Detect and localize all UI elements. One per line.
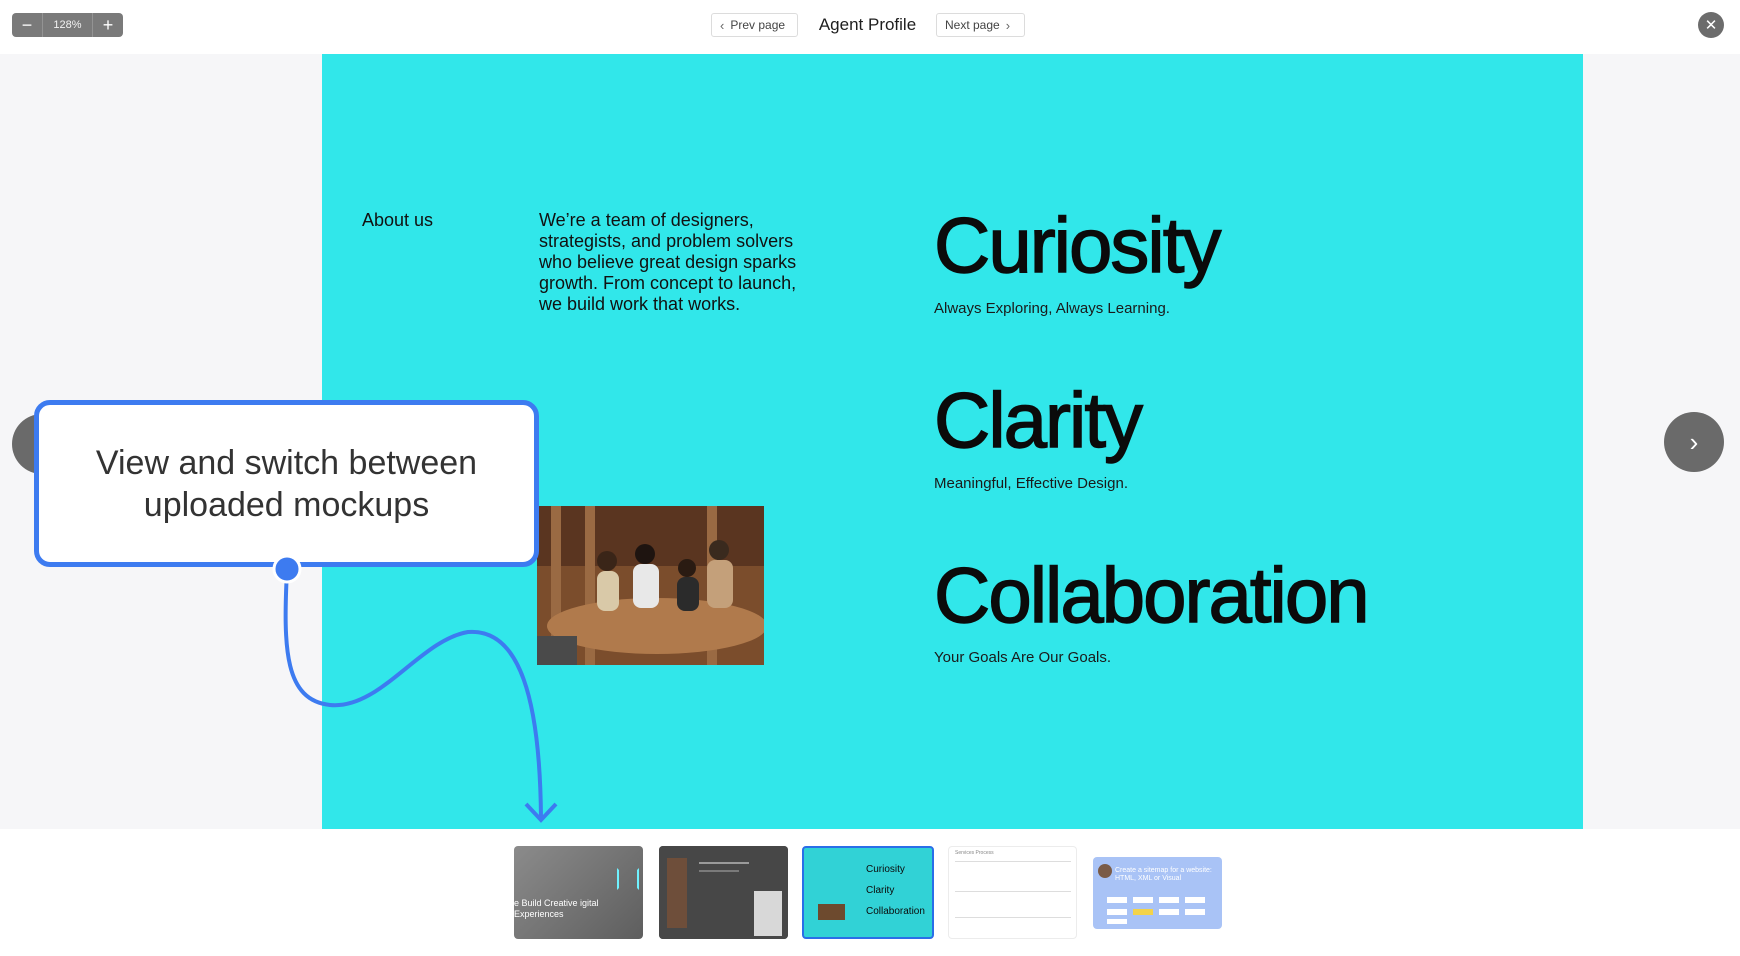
thumbnail-word: Collaboration bbox=[866, 906, 925, 917]
prev-page-button[interactable]: ‹ Prev page bbox=[711, 13, 798, 37]
thumbnail-mockup-1[interactable]: e Build Creative igital Experiences bbox=[514, 846, 643, 939]
thumbnail-caption: e Build Creative igital Experiences bbox=[514, 898, 599, 919]
chevron-right-icon: › bbox=[1005, 17, 1011, 33]
thumbnail-mockup-3[interactable]: Curiosity Clarity Collaboration bbox=[802, 846, 934, 939]
thumbnail-word: Curiosity bbox=[866, 864, 905, 875]
chevron-right-icon: › bbox=[1689, 426, 1699, 457]
thumbnail-mockup-5[interactable]: Create a sitemap for a website: HTML, XM… bbox=[1093, 857, 1222, 929]
divider bbox=[955, 861, 1071, 862]
zoom-level: 128% bbox=[42, 13, 93, 37]
divider bbox=[955, 891, 1071, 892]
thumbnail-word: Clarity bbox=[866, 885, 895, 896]
about-paragraph: We’re a team of designers, strategists, … bbox=[539, 210, 797, 314]
value-tagline-collaboration: Your Goals Are Our Goals. bbox=[934, 649, 1112, 666]
callout-box: View and switch between uploaded mockups bbox=[34, 400, 539, 567]
top-toolbar: − 128% + ‹ Prev page Agent Profile Next … bbox=[0, 0, 1740, 54]
chevron-left-icon: ‹ bbox=[720, 17, 725, 33]
thumbnail-mockup-2[interactable] bbox=[659, 846, 788, 939]
team-photo bbox=[537, 506, 764, 665]
zoom-in-button[interactable]: + bbox=[93, 13, 123, 37]
value-tagline-clarity: Meaningful, Effective Design. bbox=[934, 475, 1128, 492]
value-word-curiosity: Curiosity bbox=[933, 201, 1222, 289]
zoom-out-button[interactable]: − bbox=[12, 13, 42, 37]
next-page-button[interactable]: Next page › bbox=[936, 13, 1025, 37]
thumbnail-caption: Services Process bbox=[955, 850, 994, 856]
divider bbox=[955, 917, 1071, 918]
thumbnail-mockup-4[interactable]: Services Process bbox=[948, 846, 1077, 939]
close-button[interactable]: ✕ bbox=[1698, 12, 1724, 38]
value-word-clarity: Clarity bbox=[933, 376, 1143, 464]
bracket-icon bbox=[617, 868, 639, 890]
prev-page-label: Prev page bbox=[730, 18, 786, 32]
next-page-label: Next page bbox=[945, 18, 1000, 32]
about-heading: About us bbox=[362, 210, 434, 230]
page-title: Agent Profile bbox=[818, 15, 917, 34]
value-tagline-curiosity: Always Exploring, Always Learning. bbox=[934, 300, 1170, 317]
value-word-collaboration: Collaboration bbox=[933, 551, 1370, 639]
zoom-control: − 128% + bbox=[12, 13, 123, 37]
thumbnail-photo bbox=[818, 904, 845, 920]
next-mockup-button[interactable]: › bbox=[1664, 412, 1724, 472]
close-icon: ✕ bbox=[1704, 17, 1718, 34]
